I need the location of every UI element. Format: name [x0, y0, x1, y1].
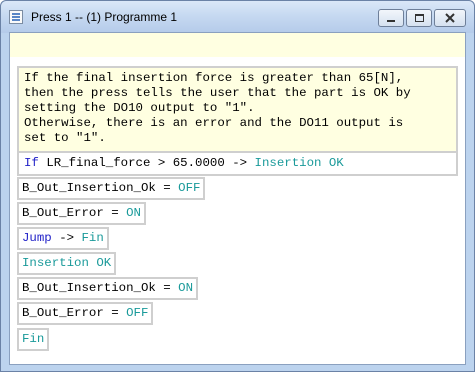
maximize-icon — [414, 14, 424, 22]
minimize-icon — [387, 20, 395, 22]
window-controls — [378, 9, 466, 27]
step-block[interactable]: B_Out_Insertion_Ok = ON — [17, 277, 199, 300]
step-value: OFF — [178, 181, 201, 195]
label-name: Insertion OK — [22, 256, 112, 270]
window-app-icon — [9, 10, 23, 24]
step-value: ON — [126, 206, 141, 220]
label-name: Fin — [22, 332, 45, 346]
step-block[interactable]: B_Out_Error = ON — [17, 202, 146, 225]
close-button[interactable] — [434, 9, 466, 27]
step-variable: B_Out_Error = — [22, 206, 119, 220]
program-editor[interactable]: If the final insertion force is greater … — [9, 32, 466, 365]
condition-block[interactable]: If the final insertion force is greater … — [17, 66, 458, 176]
jump-target: Fin — [81, 231, 104, 245]
condition-comment: If the final insertion force is greater … — [24, 71, 411, 145]
jump-block[interactable]: Jump -> Fin — [17, 227, 109, 250]
step-value: OFF — [126, 306, 149, 320]
program-window: Press 1 -- (1) Programme 1 If the final … — [0, 0, 475, 372]
step-block[interactable]: B_Out_Insertion_Ok = OFF — [17, 177, 206, 200]
jump-arrow: -> — [59, 231, 75, 245]
close-icon — [445, 13, 455, 23]
step-value: ON — [178, 281, 194, 295]
label-block[interactable]: Insertion OK — [17, 252, 117, 275]
condition-expression: LR_final_force > 65.0000 -> — [46, 156, 248, 170]
condition-target-label: Insertion OK — [254, 156, 344, 170]
window-title: Press 1 -- (1) Programme 1 — [31, 10, 178, 24]
step-variable: B_Out_Insertion_Ok = — [22, 281, 171, 295]
minimize-button[interactable] — [378, 9, 404, 27]
editor-header-band — [10, 33, 465, 57]
if-keyword: If — [24, 156, 39, 170]
title-bar[interactable]: Press 1 -- (1) Programme 1 — [1, 1, 474, 33]
label-block[interactable]: Fin — [17, 328, 50, 351]
jump-keyword: Jump — [22, 231, 52, 245]
maximize-button[interactable] — [406, 9, 432, 27]
condition-statement[interactable]: If LR_final_force > 65.0000 -> Insertion… — [19, 151, 456, 174]
step-variable: B_Out_Insertion_Ok = — [22, 181, 171, 195]
step-block[interactable]: B_Out_Error = OFF — [17, 302, 154, 325]
step-variable: B_Out_Error = — [22, 306, 119, 320]
